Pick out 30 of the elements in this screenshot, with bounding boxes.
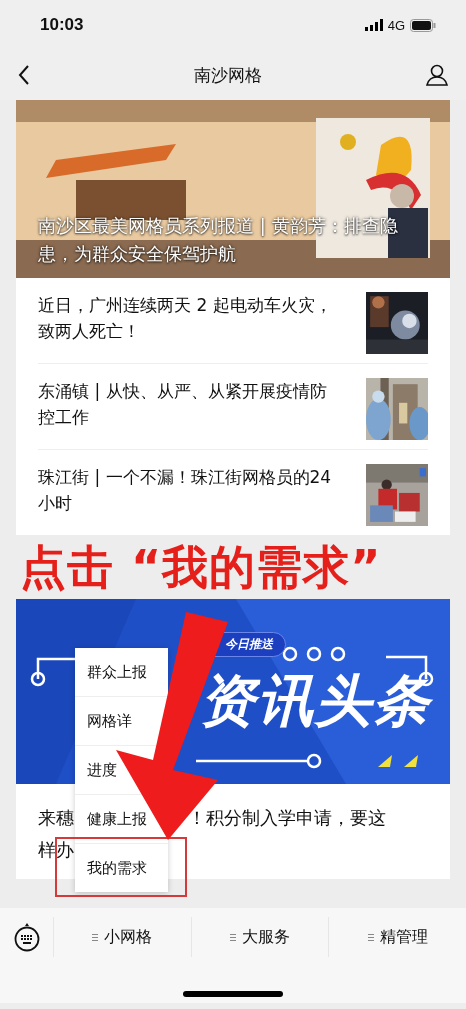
banner-headline: 资讯头条 bbox=[199, 667, 431, 735]
article-title-fragment: 样办 bbox=[38, 838, 74, 862]
signal-icon bbox=[364, 19, 383, 31]
battery-icon bbox=[410, 18, 436, 32]
menu-item[interactable]: 健康上报 bbox=[87, 809, 147, 829]
news-title: 珠江街 | 一个不漏！珠江街网格员的24小时 bbox=[38, 466, 333, 515]
menu-tab[interactable]: 小网格 bbox=[54, 917, 192, 957]
network-label: 4G bbox=[387, 17, 405, 33]
menu-item[interactable]: 网格详 bbox=[87, 711, 132, 731]
menu-tab[interactable]: 大服务 bbox=[191, 917, 330, 957]
profile-icon[interactable] bbox=[426, 64, 448, 86]
page-title: 南沙网格 bbox=[194, 63, 262, 87]
news-title: 近日，广州连续两天 2 起电动车火灾，致两人死亡！ bbox=[38, 294, 333, 343]
menu-icon bbox=[92, 933, 99, 941]
menu-tab[interactable]: 精管理 bbox=[329, 917, 466, 957]
menu-item[interactable]: 我的需求 bbox=[87, 858, 147, 878]
news-item[interactable]: 近日，广州连续两天 2 起电动车火灾，致两人死亡！ bbox=[38, 278, 428, 364]
clock-time: 10:03 bbox=[40, 15, 84, 35]
annotation-text: 点击 “我的需求” bbox=[20, 540, 382, 594]
menu-icon bbox=[367, 933, 374, 941]
article-title-fragment: 来穗 bbox=[38, 806, 74, 830]
menu-icon bbox=[230, 933, 236, 941]
article-title-fragment: ！积分制入学申请，要这 bbox=[188, 806, 386, 830]
back-icon[interactable] bbox=[18, 65, 30, 85]
keyboard-icon[interactable] bbox=[13, 922, 40, 952]
news-item[interactable]: 珠江街 | 一个不漏！珠江街网格员的24小时 bbox=[38, 450, 428, 535]
menu-item[interactable]: 进度 bbox=[87, 760, 117, 780]
news-title: 东涌镇 | 从快、从严、从紧开展疫情防控工作 bbox=[38, 380, 328, 429]
menu-item[interactable]: 群众上报 bbox=[87, 662, 147, 682]
news-item[interactable]: 东涌镇 | 从快、从严、从紧开展疫情防控工作 bbox=[38, 364, 428, 450]
